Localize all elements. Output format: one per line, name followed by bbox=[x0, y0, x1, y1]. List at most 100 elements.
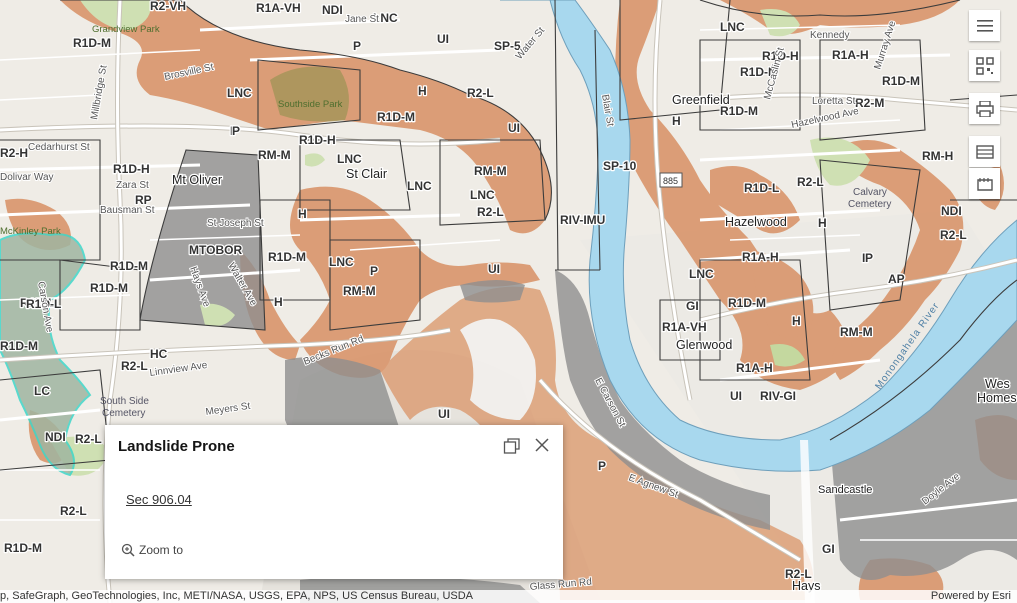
layers-icon bbox=[975, 144, 994, 159]
zone-label: P bbox=[865, 251, 873, 265]
zone-label: R1D-H bbox=[299, 133, 336, 147]
park-label: Southside Park bbox=[278, 99, 343, 110]
zone-label: R2-L bbox=[940, 228, 967, 242]
cemetery-label: Cemetery bbox=[102, 408, 145, 419]
attribution-text: p, SafeGraph, GeoTechnologies, Inc, METI… bbox=[0, 590, 473, 602]
zone-label: R1A-H bbox=[832, 48, 869, 62]
zone-label: R2-L bbox=[60, 504, 87, 518]
zone-label: R2-L bbox=[477, 205, 504, 219]
place-label: Wes bbox=[985, 377, 1010, 391]
zone-label: H bbox=[418, 84, 427, 98]
zone-label: R1D-M bbox=[0, 339, 38, 353]
zone-label: AP bbox=[888, 272, 905, 286]
zone-label: R2-M bbox=[855, 96, 884, 110]
route-number: 885 bbox=[663, 176, 678, 186]
zone-label: R2-L bbox=[121, 359, 148, 373]
zone-label: LNC bbox=[689, 267, 714, 281]
street-label: Dolivar Way bbox=[0, 172, 54, 183]
powered-by-esri[interactable]: Powered by Esri bbox=[931, 590, 1011, 603]
zone-label: R1A-VH bbox=[256, 1, 301, 15]
zone-label: LNC bbox=[407, 179, 432, 193]
cemetery-label: Calvary bbox=[853, 187, 887, 198]
place-label: Glenwood bbox=[676, 338, 732, 352]
zone-label: LNC bbox=[470, 188, 495, 202]
zone-label: R1D-M bbox=[882, 74, 920, 88]
zone-label: P bbox=[232, 124, 240, 138]
qr-button[interactable] bbox=[969, 50, 1000, 81]
zone-label: UI bbox=[438, 407, 450, 421]
zone-label: RM-M bbox=[840, 325, 873, 339]
measure-button[interactable] bbox=[969, 168, 1000, 199]
cemetery-label: South Side bbox=[100, 396, 149, 407]
zone-label: R1A-H bbox=[736, 361, 773, 375]
zone-label: H bbox=[298, 207, 307, 221]
place-label: Sandcastle bbox=[818, 484, 872, 496]
zone-label: R2-L bbox=[75, 432, 102, 446]
close-icon[interactable] bbox=[533, 436, 551, 454]
basemap-button[interactable] bbox=[969, 136, 1000, 167]
zone-label: LNC bbox=[227, 86, 252, 100]
zone-label: NDI bbox=[941, 204, 962, 218]
zone-label: LNC bbox=[720, 20, 745, 34]
zoom-to-button[interactable]: Zoom to bbox=[121, 543, 183, 557]
zone-label: R1D-M bbox=[73, 36, 111, 50]
attribution-bar: p, SafeGraph, GeoTechnologies, Inc, METI… bbox=[0, 590, 1017, 603]
zone-label: RM-M bbox=[343, 284, 376, 298]
zone-label: R2-L bbox=[467, 86, 494, 100]
menu-button[interactable] bbox=[969, 10, 1000, 41]
zone-label: R1D-H bbox=[113, 162, 150, 176]
zone-label: RIV-GI bbox=[760, 389, 796, 403]
zone-label: H bbox=[818, 216, 827, 230]
street-label: Jane St bbox=[345, 14, 379, 25]
zone-label: RIV-IMU bbox=[560, 213, 605, 227]
zone-label: LNC bbox=[337, 152, 362, 166]
hamburger-icon bbox=[976, 19, 993, 32]
zone-label: SP-10 bbox=[603, 159, 637, 173]
measure-icon bbox=[976, 177, 993, 191]
street-label: Bausman St bbox=[100, 205, 155, 216]
zone-label: H bbox=[672, 114, 681, 128]
zone-label: LC bbox=[34, 384, 50, 398]
zone-label: NDI bbox=[322, 3, 343, 17]
place-label: St Clair bbox=[346, 167, 387, 181]
zone-label: R1D-M bbox=[110, 259, 148, 273]
zone-label: R1D-M bbox=[268, 250, 306, 264]
zone-label: R1A-VH bbox=[662, 320, 707, 334]
qr-icon bbox=[975, 56, 994, 75]
cemetery-label: Cemetery bbox=[848, 199, 891, 210]
zone-label: R2-H bbox=[0, 146, 28, 160]
place-label: Homes bbox=[977, 391, 1017, 405]
street-label: Zara St bbox=[116, 180, 149, 191]
zone-label: RM-H bbox=[922, 149, 953, 163]
zone-label: H bbox=[274, 295, 283, 309]
park-label: Grandview Park bbox=[92, 24, 160, 35]
dock-icon[interactable] bbox=[503, 437, 521, 455]
place-label: Hazelwood bbox=[725, 215, 787, 229]
place-label: Greenfield bbox=[672, 93, 730, 107]
popup-title: Landslide Prone bbox=[118, 438, 235, 455]
street-label: St Joseph St bbox=[207, 218, 264, 229]
zone-label: R1D-M bbox=[4, 541, 42, 555]
zone-label: R2-L bbox=[797, 175, 824, 189]
zone-label: R1D-M bbox=[728, 296, 766, 310]
zone-label: R1A-H bbox=[742, 250, 779, 264]
zone-label: RM-M bbox=[474, 164, 507, 178]
zone-label: P bbox=[353, 39, 361, 53]
place-label: Mt Oliver bbox=[172, 173, 222, 187]
print-button[interactable] bbox=[969, 93, 1000, 124]
zone-label: H bbox=[792, 314, 801, 328]
zone-label: MTOBOR bbox=[189, 243, 242, 257]
zone-label: R1D-M bbox=[377, 110, 415, 124]
zone-label: R1D-L bbox=[744, 181, 779, 195]
zone-label: P bbox=[370, 264, 378, 278]
zone-label: UI bbox=[508, 121, 520, 135]
zoom-in-icon bbox=[121, 543, 135, 557]
feature-popup: Landslide Prone Sec 906.04 Zoom to bbox=[105, 425, 563, 579]
zone-label: UI bbox=[437, 32, 449, 46]
zone-label: UI bbox=[488, 262, 500, 276]
section-link[interactable]: Sec 906.04 bbox=[126, 492, 192, 507]
zone-label: UI bbox=[730, 389, 742, 403]
printer-icon bbox=[975, 100, 994, 117]
park-label: McKinley Park bbox=[0, 226, 61, 237]
zoom-to-label: Zoom to bbox=[139, 543, 184, 557]
